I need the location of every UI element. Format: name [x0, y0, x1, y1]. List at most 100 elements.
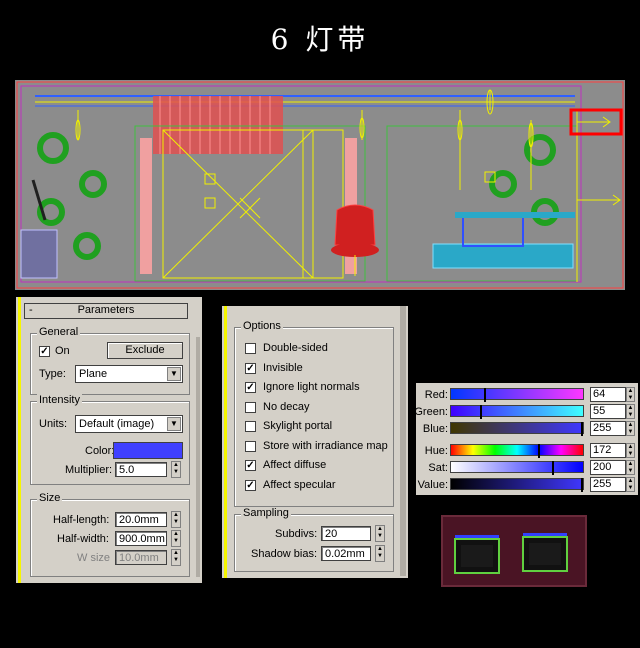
sat-spinner[interactable]: ▲ ▼	[626, 460, 635, 475]
multiplier-spinner[interactable]: ▲ ▼	[171, 461, 181, 478]
sampling-label: Sampling	[241, 507, 291, 519]
value-spinner[interactable]: ▲ ▼	[626, 477, 635, 492]
units-label: Units:	[39, 418, 68, 430]
green-label: Green:	[414, 406, 448, 418]
double-sided-checkbox[interactable]	[245, 343, 256, 354]
hue-input[interactable]: 172	[590, 443, 626, 458]
panel-edge	[224, 306, 227, 578]
scene-wireframe	[16, 81, 624, 289]
shadow-bias-spinner[interactable]: ▲ ▼	[375, 545, 385, 562]
size-label: Size	[37, 492, 63, 504]
subdivs-spinner[interactable]: ▲ ▼	[375, 525, 385, 542]
green-row: Green: 55 ▲ ▼	[414, 404, 638, 419]
affect-specular-checkbox[interactable]: ✓	[245, 480, 256, 491]
half-width-label: Half-width:	[57, 533, 109, 545]
type-dropdown[interactable]: Plane ▼	[75, 365, 183, 383]
type-label: Type:	[39, 368, 66, 380]
half-length-spinner[interactable]: ▲ ▼	[171, 511, 181, 528]
sat-slider[interactable]	[450, 461, 584, 475]
hue-slider[interactable]	[450, 444, 584, 458]
panel-scrollbar[interactable]	[196, 337, 200, 577]
value-row: Value: 255 ▲ ▼	[416, 477, 638, 492]
rollout-title: Parameters	[77, 304, 135, 316]
affect-diffuse-checkbox[interactable]: ✓	[245, 460, 256, 471]
blue-slider[interactable]	[450, 422, 584, 436]
multiplier-label: Multiplier:	[65, 464, 113, 476]
color-swatch[interactable]	[113, 442, 183, 459]
store-irradiance-label: Store with irradiance map	[263, 440, 388, 452]
sat-input[interactable]: 200	[590, 460, 626, 475]
chevron-down-icon: ▼	[167, 367, 181, 381]
blue-spinner[interactable]: ▲ ▼	[626, 421, 635, 436]
affect-diffuse-label: Affect diffuse	[263, 459, 327, 471]
general-group: General ✓ On Exclude Type: Plane ▼	[30, 326, 190, 395]
chevron-down-icon: ▼	[167, 417, 181, 431]
color-selector: Red: 64 ▲ ▼ Green: 55 ▲ ▼ Blue: 255 ▲ ▼ Hue…	[414, 383, 638, 495]
red-row: Red: 64 ▲ ▼	[416, 387, 638, 402]
parameters-rollout-header[interactable]: - Parameters	[24, 303, 188, 319]
value-slider[interactable]	[450, 478, 584, 492]
value-input[interactable]: 255	[590, 477, 626, 492]
hue-row: Hue: 172 ▲ ▼	[416, 443, 638, 458]
blue-row: Blue: 255 ▲ ▼	[416, 421, 638, 436]
options-panel: Options Double-sided ✓ Invisible ✓ Ignor…	[222, 306, 408, 578]
hue-label: Hue:	[424, 445, 448, 457]
rollout-toggle[interactable]: -	[29, 304, 33, 317]
render-preview	[439, 513, 589, 589]
subdivs-input[interactable]: 20	[321, 526, 371, 541]
sat-slider-marker[interactable]	[552, 461, 554, 475]
invisible-label: Invisible	[263, 362, 303, 374]
units-dropdown[interactable]: Default (image) ▼	[75, 415, 183, 433]
shadow-bias-input[interactable]: 0.02mm	[321, 546, 371, 561]
half-width-spinner[interactable]: ▲ ▼	[171, 530, 181, 547]
sampling-group: Sampling Subdivs: 20 ▲ ▼ Shadow bias: 0.0…	[234, 507, 394, 572]
green-input[interactable]: 55	[590, 404, 626, 419]
sat-label: Sat:	[428, 462, 448, 474]
ignore-light-normals-label: Ignore light normals	[263, 381, 360, 393]
panel-scrollbar[interactable]	[400, 306, 406, 576]
on-checkbox[interactable]: ✓	[39, 346, 50, 357]
exclude-button[interactable]: Exclude	[107, 342, 183, 359]
green-spinner[interactable]: ▲ ▼	[626, 404, 635, 419]
viewport-3d[interactable]	[15, 80, 625, 290]
panel-edge	[18, 297, 21, 583]
ignore-light-normals-checkbox[interactable]: ✓	[245, 382, 256, 393]
no-decay-checkbox[interactable]	[245, 402, 256, 413]
units-value: Default (image)	[79, 418, 155, 430]
invisible-checkbox[interactable]: ✓	[245, 363, 256, 374]
value-label: Value:	[417, 479, 448, 491]
options-label: Options	[241, 320, 283, 332]
hue-slider-marker[interactable]	[538, 444, 540, 458]
affect-specular-label: Affect specular	[263, 479, 336, 491]
blue-input[interactable]: 255	[590, 421, 626, 436]
red-input[interactable]: 64	[590, 387, 626, 402]
sat-row: Sat: 200 ▲ ▼	[416, 460, 638, 475]
w-size-input[interactable]: 10.0mm	[115, 550, 167, 565]
green-slider[interactable]	[450, 405, 584, 419]
red-slider-marker[interactable]	[484, 388, 486, 402]
half-length-input[interactable]: 20.0mm	[115, 512, 167, 527]
skylight-portal-checkbox[interactable]	[245, 421, 256, 432]
page-title: 6 灯带	[270, 23, 370, 56]
blue-label: Blue:	[422, 423, 448, 435]
red-spinner[interactable]: ▲ ▼	[626, 387, 635, 402]
on-label: On	[55, 345, 70, 357]
w-size-spinner[interactable]: ▲ ▼	[171, 549, 181, 566]
w-size-label: W size	[77, 552, 110, 564]
subdivs-label: Subdivs:	[275, 528, 318, 540]
render-preview-image	[439, 513, 589, 589]
store-irradiance-checkbox[interactable]	[245, 441, 256, 452]
red-slider[interactable]	[450, 388, 584, 402]
half-width-input[interactable]: 900.0mm	[115, 531, 167, 546]
hue-spinner[interactable]: ▲ ▼	[626, 443, 635, 458]
green-slider-marker[interactable]	[480, 405, 482, 419]
type-value: Plane	[79, 368, 108, 380]
shadow-bias-label: Shadow bias:	[251, 548, 318, 560]
blue-slider-marker[interactable]	[581, 422, 583, 436]
multiplier-input[interactable]: 5.0	[115, 462, 167, 477]
intensity-group: Intensity Units: Default (image) ▼ Color…	[30, 394, 190, 485]
options-group: Options Double-sided ✓ Invisible ✓ Ignor…	[234, 320, 394, 507]
color-label: Color:	[85, 445, 115, 457]
parameters-panel: - Parameters General ✓ On Exclude Type: …	[16, 297, 202, 583]
value-slider-marker[interactable]	[581, 478, 583, 492]
